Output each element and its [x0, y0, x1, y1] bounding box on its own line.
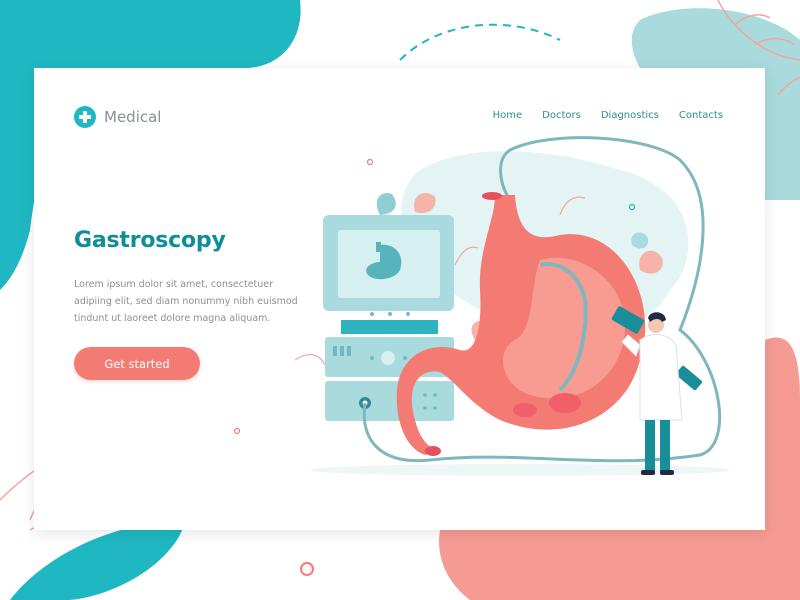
leaf-icon: [376, 193, 396, 215]
gastroscopy-illustration: [233, 136, 730, 476]
decor-dot: [233, 427, 241, 435]
endoscopy-machine: [323, 215, 454, 421]
decor-dot: [366, 158, 374, 166]
